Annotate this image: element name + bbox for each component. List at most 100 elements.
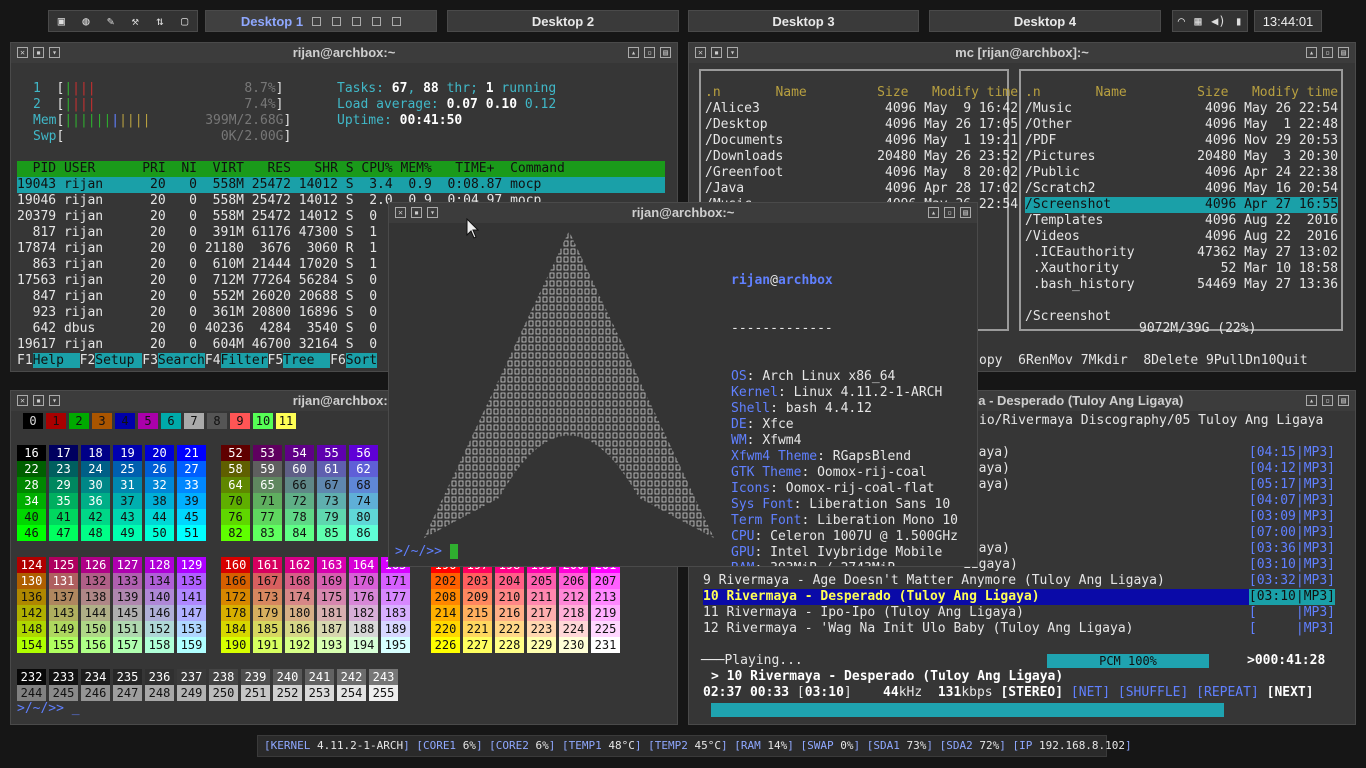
desktop-4-tab[interactable]: Desktop 4 [929, 10, 1161, 32]
track-row[interactable]: 11 Rivermaya - Ipo-Ipo (Tuloy Ang Ligaya… [703, 605, 1335, 621]
desktop-2-tab[interactable]: Desktop 2 [447, 10, 679, 32]
track-row[interactable]: 10 Rivermaya - Desperado (Tuloy Ang Liga… [703, 589, 1335, 605]
htop-function-keys[interactable]: F1Help F2Setup F3SearchF4FilterF5Tree F6… [17, 353, 397, 369]
stat-value: 6% [462, 739, 476, 752]
file-row[interactable]: .Xauthority 52 Mar 10 18:58 [1025, 261, 1338, 277]
color-swatch: 127 [113, 557, 142, 573]
flag-repeat[interactable]: [REPEAT] [1196, 685, 1266, 700]
wifi-icon[interactable]: ◠ [1178, 14, 1185, 28]
color-swatch: 214 [431, 605, 460, 621]
color-swatch: 7 [184, 413, 204, 429]
file-row[interactable]: /Greenfoot 4096 May 8 20:02 [705, 165, 1018, 181]
file-row[interactable]: /Videos 4096 Aug 22 2016 [1025, 229, 1338, 245]
maximize-icon[interactable]: ▫ [1322, 47, 1333, 58]
file-row[interactable]: /Java 4096 Apr 28 17:02 [705, 181, 1018, 197]
color-swatch: 47 [49, 525, 78, 541]
stat-label: ] [CORE1 [403, 739, 463, 752]
color-swatch: 30 [81, 477, 110, 493]
tools-icon[interactable]: ⚒ [132, 14, 139, 28]
file-row[interactable]: /Desktop 4096 May 26 17:05 [705, 117, 1018, 133]
fkey-label[interactable]: Sort [345, 353, 378, 368]
volume-bar[interactable]: PCM 100% [1047, 654, 1209, 668]
stat-label: ] [SDA2 [926, 739, 980, 752]
file-row[interactable]: /Scratch2 4096 May 16 20:54 [1025, 181, 1338, 197]
fkey-label[interactable]: Filter [220, 353, 268, 368]
track-row[interactable]: 12 Rivermaya - 'Wag Na Init Ulo Baby (Tu… [703, 621, 1335, 637]
color-swatch: 23 [49, 461, 78, 477]
file-row[interactable]: /Public 4096 Apr 24 22:38 [1025, 165, 1338, 181]
color-swatch: 31 [113, 477, 142, 493]
file-row[interactable]: /Music 4096 May 26 22:54 [1025, 101, 1338, 117]
color-swatch: 8 [207, 413, 227, 429]
image-icon[interactable]: ▦ [1194, 14, 1201, 28]
column-headers[interactable]: .n Name Size Modify time [705, 85, 1018, 101]
file-row[interactable]: /Screenshot 4096 Apr 27 16:55 [1025, 197, 1339, 213]
neofetch-window: ✕ ▪ ▾ rijan@archbox:~ ▴ ▫ ▤ rijan@archbox --… [388, 202, 978, 567]
file-row[interactable]: /Alice3 4096 May 9 16:42 [705, 101, 1018, 117]
stick-icon[interactable]: ▤ [1338, 395, 1349, 406]
flag-net[interactable]: [NET] [1071, 685, 1118, 700]
window-icon[interactable]: ▢ [181, 14, 188, 28]
color-swatch: 144 [81, 605, 110, 621]
maximize-icon[interactable]: ▫ [1322, 395, 1333, 406]
progress-track[interactable] [711, 703, 1337, 717]
browser-icon[interactable]: ◍ [82, 14, 89, 28]
flag-next[interactable]: [NEXT] [1267, 685, 1322, 700]
terminal-icon[interactable]: ▣ [58, 14, 65, 28]
stick-icon[interactable]: ▤ [960, 207, 971, 218]
color-swatch: 252 [273, 685, 302, 701]
left-file-list[interactable]: /Alice3 4096 May 9 16:42/Desktop 4096 Ma… [705, 101, 1018, 213]
color-swatch: 203 [463, 573, 492, 589]
flag-stereo[interactable]: [STEREO] [1000, 685, 1070, 700]
mc-right-panel[interactable]: .n Name Size Modify time /Music 4096 May… [1019, 69, 1343, 331]
color-swatch: 35 [49, 493, 78, 509]
minimize-icon[interactable]: ▴ [628, 47, 639, 58]
desktop-3-tab[interactable]: Desktop 3 [688, 10, 919, 32]
color-swatch: 64 [221, 477, 250, 493]
desktop-1-tab[interactable]: Desktop 1 [205, 10, 437, 32]
htop-titlebar[interactable]: ✕ ▪ ▾ rijan@archbox:~ ▴ ▫ ▤ [11, 43, 677, 63]
file-row[interactable]: /Other 4096 May 1 22:48 [1025, 117, 1338, 133]
file-row[interactable]: .ICEauthority 47362 May 27 13:02 [1025, 245, 1338, 261]
stick-icon[interactable]: ▤ [1338, 47, 1349, 58]
maximize-icon[interactable]: ▫ [944, 207, 955, 218]
minimize-icon[interactable]: ▴ [928, 207, 939, 218]
color-swatch: 185 [253, 621, 282, 637]
column-headers[interactable]: .n Name Size Modify time [1025, 85, 1338, 101]
minimize-icon[interactable]: ▴ [1306, 47, 1317, 58]
minimize-icon[interactable]: ▴ [1306, 395, 1317, 406]
color-swatch: 195 [381, 637, 410, 653]
fkey-label[interactable]: Tree [283, 353, 331, 368]
maximize-icon[interactable]: ▫ [644, 47, 655, 58]
color-swatch: 70 [221, 493, 250, 509]
shell-prompt[interactable]: >/~/>> _ [17, 701, 80, 717]
fkey-label[interactable]: Setup [95, 353, 143, 368]
file-row[interactable]: /Documents 4096 May 1 19:21 [705, 133, 1018, 149]
clock[interactable]: 13:44:01 [1254, 10, 1322, 32]
track-row[interactable]: 9 Rivermaya - Age Doesn't Matter Anymore… [703, 573, 1335, 589]
edit-icon[interactable]: ✎ [107, 14, 114, 28]
file-row[interactable]: .bash_history 54469 May 27 13:36 [1025, 277, 1338, 293]
flag-shuffle[interactable]: [SHUFFLE] [1118, 685, 1196, 700]
right-file-list[interactable]: /Music 4096 May 26 22:54/Other 4096 May … [1025, 101, 1339, 293]
volume-icon[interactable]: ◀) [1211, 14, 1225, 28]
color-swatch: 161 [253, 557, 282, 573]
fkey-label[interactable]: Help [32, 353, 80, 368]
mc-function-keys[interactable]: opy 6RenMov 7Mkdir 8Delete 9PullDn10Quit [979, 353, 1308, 369]
color-swatch: 62 [349, 461, 378, 477]
file-row[interactable]: /Pictures 20480 May 3 20:30 [1025, 149, 1338, 165]
fkey-label[interactable]: Search [157, 353, 205, 368]
table-row[interactable]: 19043 rijan 20 0 558M 25472 14012 S 3.4 … [17, 177, 665, 193]
file-row[interactable]: /Downloads 20480 May 26 23:52 [705, 149, 1018, 165]
stick-icon[interactable]: ▤ [660, 47, 671, 58]
mc-titlebar[interactable]: ✕ ▪ ▾ mc [rijan@archbox]:~ ▴ ▫ ▤ [689, 43, 1355, 63]
battery-icon[interactable]: ▮ [1235, 14, 1242, 28]
color-swatch: 141 [177, 589, 206, 605]
color-swatch: 207 [591, 573, 620, 589]
sort-icon[interactable]: ⇅ [156, 14, 163, 28]
file-row[interactable]: /PDF 4096 Nov 29 20:53 [1025, 133, 1338, 149]
file-row[interactable]: /Templates 4096 Aug 22 2016 [1025, 213, 1338, 229]
color-swatch: 43 [113, 509, 142, 525]
process-table-header[interactable]: PID USER PRI NI VIRT RES SHR S CPU% MEM%… [17, 161, 665, 177]
shell-prompt[interactable]: >/~/>> [395, 544, 458, 560]
